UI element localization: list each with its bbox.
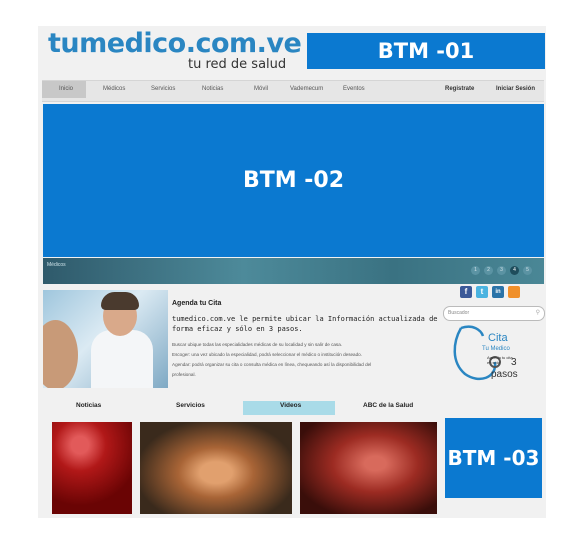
site-logo[interactable]: tumedico.com.ve tu red de salud (46, 28, 302, 76)
cita-line-2: en sólo (487, 360, 500, 365)
agenda-step-search: Buscar ubique todas las especialidades m… (172, 342, 343, 347)
banner-top[interactable]: BTM -01 (307, 33, 545, 69)
login-link[interactable]: Iniciar Sesión (496, 86, 535, 92)
slider-pagination: 1 2 3 4 5 (471, 266, 532, 275)
tab-noticias[interactable]: Noticias (76, 402, 101, 409)
register-link[interactable]: Registrate (445, 86, 474, 92)
agenda-lead: tumedico.com.ve le permite ubicar la Inf… (172, 315, 438, 333)
content-tabs: Noticias Servicios Videos ABC de la Salu… (43, 401, 443, 415)
tab-abc-salud[interactable]: ABC de la Salud (363, 402, 413, 409)
agenda-step-book-cont: profesional. (172, 372, 196, 377)
doctor-hair (101, 292, 139, 310)
social-links: f t in rss (460, 286, 520, 298)
banner-hero[interactable]: BTM -02 (43, 104, 544, 257)
main-nav: Inicio Médicos Servicios Noticias Móvil … (42, 80, 544, 102)
search-icon[interactable]: ⚲ (536, 309, 540, 316)
facebook-icon[interactable]: f (460, 286, 472, 298)
patient-figure (43, 320, 78, 388)
nav-item-inicio[interactable]: Inicio (59, 86, 73, 92)
nav-item-medicos[interactable]: Médicos (103, 86, 125, 92)
slider-dot[interactable]: 2 (484, 266, 493, 275)
nav-item-eventos[interactable]: Eventos (343, 86, 365, 92)
nav-item-servicios[interactable]: Servicios (151, 86, 175, 92)
video-thumbnail-fetus[interactable] (140, 422, 292, 514)
nav-item-noticias[interactable]: Noticias (202, 86, 223, 92)
slider-dot[interactable]: 3 (497, 266, 506, 275)
tab-videos[interactable]: Videos (280, 402, 301, 409)
search-placeholder: Buscador (448, 310, 470, 316)
rss-icon[interactable]: rss (508, 286, 520, 298)
search-field[interactable]: Buscador ⚲ (443, 306, 545, 321)
agenda-step-choose: Escoger: una vez ubicado la especialidad… (172, 352, 362, 357)
nav-item-movil[interactable]: Móvil (254, 86, 268, 92)
agenda-step-book: Agendar: podrá organizar su cita o consu… (172, 362, 372, 367)
cita-title: Cita (488, 332, 508, 344)
tab-servicios[interactable]: Servicios (176, 402, 205, 409)
twitter-icon[interactable]: t (476, 286, 488, 298)
slider-dot[interactable]: 1 (471, 266, 480, 275)
doctor-photo (43, 290, 168, 388)
cita-subtitle: Tu Medico (482, 346, 510, 352)
video-thumbnail-cells[interactable] (52, 422, 132, 514)
linkedin-icon[interactable]: in (492, 286, 504, 298)
slider-strip: Médicos 1 2 3 4 5 (43, 258, 544, 284)
nav-item-vademecum[interactable]: Vademecum (290, 86, 323, 92)
banner-side[interactable]: BTM -03 (445, 418, 542, 498)
cita-widget[interactable]: Cita Tu Medico Agenda tu cita en sólo 3 … (443, 322, 543, 392)
logo-text: tumedico.com.ve (48, 28, 302, 59)
cita-steps: pasos (491, 369, 518, 380)
doctor-coat (91, 330, 153, 388)
cita-number: 3 (511, 357, 517, 368)
agenda-title: Agenda tu Cita (172, 300, 222, 307)
slider-caption: Médicos (47, 262, 66, 268)
slider-dot-active[interactable]: 4 (510, 266, 519, 275)
slider-dot[interactable]: 5 (523, 266, 532, 275)
video-thumbnail-heart[interactable] (300, 422, 437, 514)
logo-tagline: tu red de salud (188, 57, 287, 72)
